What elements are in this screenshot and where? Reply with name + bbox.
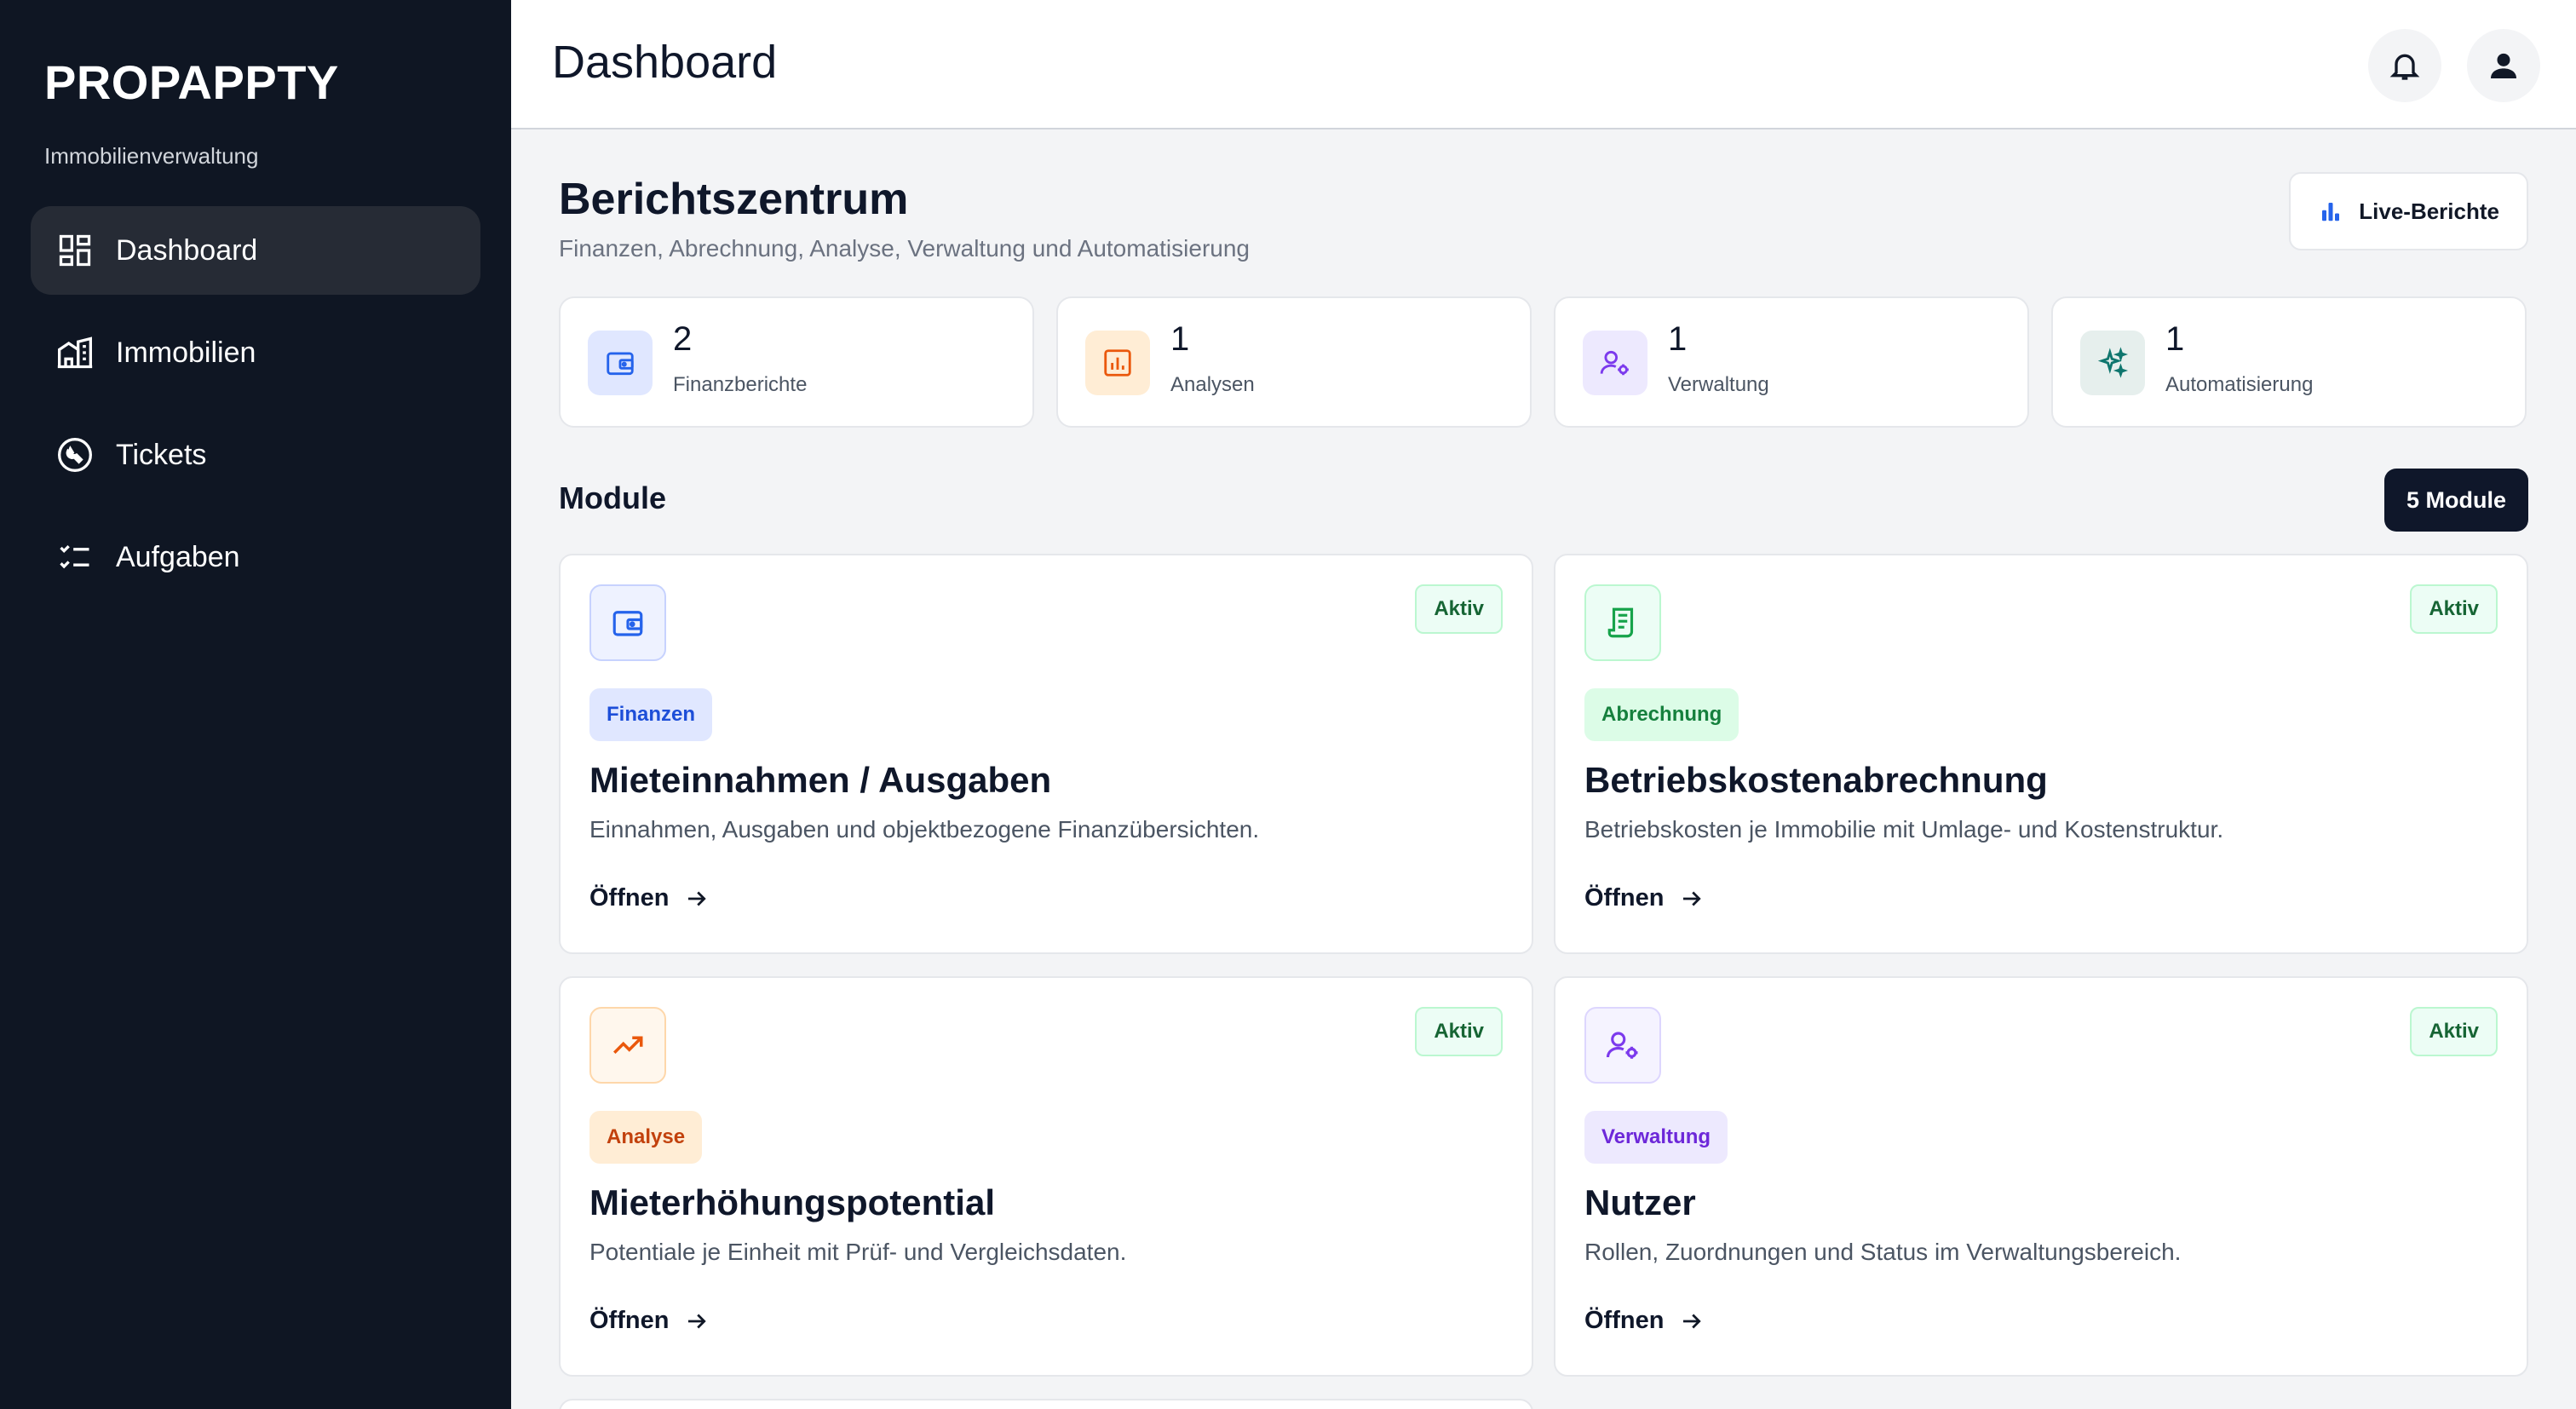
stat-label: Finanzberichte	[673, 373, 808, 396]
category-tag: Abrechnung	[1584, 688, 1739, 741]
open-label: Öffnen	[1584, 884, 1665, 912]
live-reports-label: Live-Berichte	[2359, 198, 2499, 224]
module-card-partial[interactable]	[559, 1399, 1533, 1409]
status-badge: Aktiv	[1415, 1007, 1503, 1056]
top-header: Dashboard	[511, 0, 2576, 129]
stat-value: 2	[673, 320, 693, 358]
open-link[interactable]: Öffnen	[589, 884, 710, 912]
module-card-abrechnung[interactable]: Aktiv Abrechnung Betriebskostenabrechnun…	[1554, 554, 2528, 954]
sidebar-item-label: Immobilien	[116, 336, 256, 369]
sidebar-item-dashboard[interactable]: Dashboard	[31, 206, 480, 295]
stat-card-verwaltung: 1 Verwaltung	[1554, 296, 2029, 428]
sidebar: PROPAPPTY Immobilienverwaltung Dashboard…	[0, 0, 511, 1409]
user-gear-icon	[1600, 350, 1629, 376]
stat-card-automatisierung: 1 Automatisierung	[2051, 296, 2527, 428]
open-link[interactable]: Öffnen	[1584, 884, 1705, 912]
stat-icon-wrap	[588, 331, 653, 395]
stat-card-analysen: 1 Analysen	[1056, 296, 1532, 428]
arrow-right-icon	[1683, 891, 1702, 906]
stat-icon-wrap	[1085, 331, 1150, 395]
user-gear-icon	[1606, 1032, 1638, 1059]
arrow-right-icon	[688, 1314, 707, 1328]
status-badge: Aktiv	[2410, 584, 2498, 634]
stat-value: 1	[1668, 320, 1688, 358]
stat-value: 1	[1170, 320, 1190, 358]
sidebar-item-aufgaben[interactable]: Aufgaben	[31, 513, 480, 601]
trend-up-icon	[613, 1036, 643, 1054]
status-badge: Aktiv	[1415, 584, 1503, 634]
module-card-finanzen[interactable]: Aktiv Finanzen Mieteinnahmen / Ausgaben …	[559, 554, 1533, 954]
wallet-icon	[607, 352, 634, 376]
stat-value: 1	[2165, 320, 2185, 358]
modules-title: Module	[559, 480, 666, 515]
user-icon	[2491, 53, 2516, 78]
module-icon-wrap	[589, 1007, 666, 1084]
open-label: Öffnen	[1584, 1307, 1665, 1334]
module-title: Nutzer	[1584, 1182, 1696, 1222]
receipt-icon	[1607, 607, 1634, 638]
module-icon-wrap	[1584, 1007, 1661, 1084]
module-icon-wrap	[1584, 584, 1661, 661]
module-title: Mieteinnahmen / Ausgaben	[589, 760, 1052, 800]
page-title: Dashboard	[552, 37, 778, 88]
module-description: Potentiale je Einheit mit Prüf- und Verg…	[589, 1239, 1127, 1265]
modules-count-badge: 5 Module	[2383, 469, 2528, 532]
arrow-right-icon	[1683, 1314, 1702, 1328]
stat-icon-wrap	[2080, 331, 2145, 395]
sidebar-nav: Dashboard Immobilien Tickets Aufgaben	[31, 206, 480, 615]
stat-card-finanzberichte: 2 Finanzberichte	[559, 296, 1034, 428]
open-link[interactable]: Öffnen	[1584, 1307, 1705, 1335]
section-subtitle: Finanzen, Abrechnung, Analyse, Verwaltun…	[559, 235, 1250, 262]
open-link[interactable]: Öffnen	[589, 1307, 710, 1335]
sparkles-icon	[2097, 347, 2129, 378]
report-icon	[1104, 349, 1131, 377]
main-content: Berichtszentrum Finanzen, Abrechnung, An…	[511, 129, 2576, 1409]
building-icon	[57, 336, 93, 369]
user-menu-button[interactable]	[2467, 29, 2540, 102]
module-description: Betriebskosten je Immobilie mit Umlage- …	[1584, 816, 2224, 843]
module-description: Rollen, Zuordnungen und Status im Verwal…	[1584, 1239, 2182, 1265]
module-icon-wrap	[589, 584, 666, 661]
dashboard-icon	[59, 234, 91, 267]
stat-label: Automatisierung	[2165, 373, 2314, 396]
sidebar-item-tickets[interactable]: Tickets	[31, 411, 480, 499]
stat-label: Verwaltung	[1668, 373, 1769, 396]
notification-button[interactable]	[2368, 29, 2441, 102]
sidebar-item-immobilien[interactable]: Immobilien	[31, 308, 480, 397]
wrench-icon	[58, 438, 92, 472]
category-tag: Finanzen	[589, 688, 713, 741]
sidebar-item-label: Tickets	[116, 438, 207, 471]
sidebar-item-label: Dashboard	[116, 233, 258, 267]
module-description: Einnahmen, Ausgaben und objektbezogene F…	[589, 816, 1260, 843]
bar-chart-icon	[2322, 203, 2340, 221]
module-card-analyse[interactable]: Aktiv Analyse Mieterhöhungspotential Pot…	[559, 976, 1533, 1377]
live-reports-button[interactable]: Live-Berichte	[2289, 172, 2528, 250]
checklist-icon	[60, 544, 89, 569]
section-title: Berichtszentrum	[559, 175, 909, 224]
module-title: Betriebskostenabrechnung	[1584, 760, 2048, 800]
sidebar-item-label: Aufgaben	[116, 540, 240, 573]
bell-icon	[2389, 54, 2420, 80]
category-tag: Verwaltung	[1584, 1111, 1728, 1164]
category-tag: Analyse	[589, 1111, 703, 1164]
status-badge: Aktiv	[2410, 1007, 2498, 1056]
stat-icon-wrap	[1583, 331, 1647, 395]
module-title: Mieterhöhungspotential	[589, 1182, 995, 1222]
stat-label: Analysen	[1170, 373, 1255, 396]
wallet-icon	[612, 611, 643, 636]
arrow-right-icon	[688, 891, 707, 906]
open-label: Öffnen	[589, 1307, 670, 1334]
brand-name: PROPAPPTY	[44, 55, 339, 109]
brand-subtitle: Immobilienverwaltung	[44, 143, 259, 169]
module-card-verwaltung[interactable]: Aktiv Verwaltung Nutzer Rollen, Zuordnun…	[1554, 976, 2528, 1377]
open-label: Öffnen	[589, 884, 670, 912]
